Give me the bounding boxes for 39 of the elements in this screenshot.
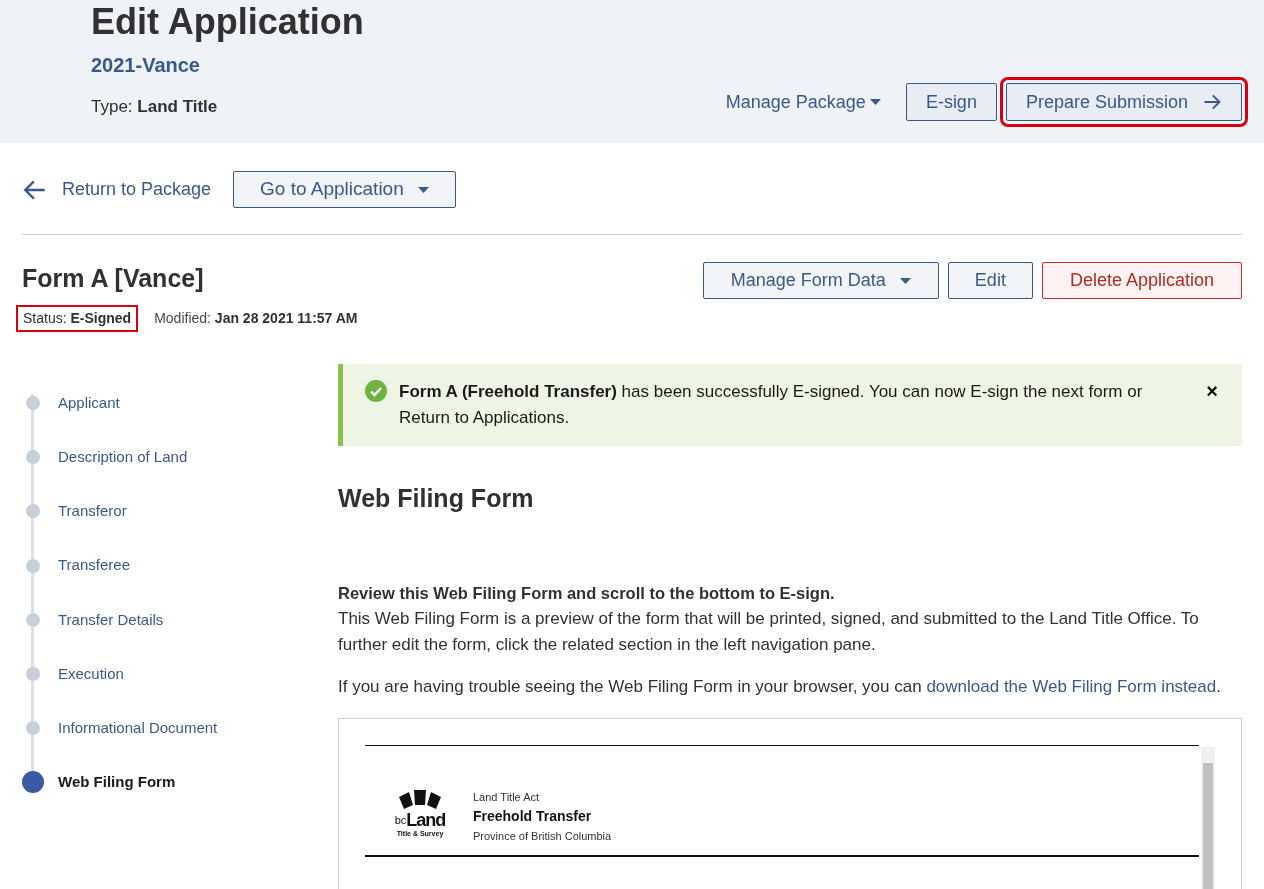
step-link[interactable]: Transferor [58,500,127,523]
logo-text: Land [406,810,446,829]
alert-message: Form A (Freehold Transfer) has been successfully E-signed. You can now E-sign the next form or Return to Applications. [399,381,1144,429]
step-link[interactable]: Transfer Details [58,608,164,632]
edit-button[interactable]: Edit [947,262,1033,299]
form-status: Status: E-Signed [16,305,139,332]
step-link[interactable]: Web Filing Form [58,771,176,794]
download-paragraph: If you are having trouble seeing the Web Filing Form in your browser, you can download the Web Filing Form instead. [338,675,1222,698]
esign-button[interactable]: E-sign [905,83,997,121]
step-link[interactable]: Description of Land [58,446,188,469]
act-name: Land Title Act [473,789,541,805]
modified-date: Modified: Jan 28 2021 11:57 AM [154,309,358,328]
package-name: 2021-Vance [91,53,200,78]
step-link[interactable]: Applicant [58,391,120,415]
delete-application-button[interactable]: Delete Application [1041,262,1242,299]
form-title: Form A [Vance] [22,263,205,294]
manage-form-data-dropdown[interactable]: Manage Form Data [702,262,939,299]
manage-package-menu[interactable]: Manage Package [717,83,889,121]
close-button[interactable]: × [1206,379,1218,403]
logo-text: bc [394,812,407,828]
caret-icon [869,99,881,105]
scrollbar[interactable] [1201,746,1215,889]
application-type: Type: Land Title [91,96,218,118]
return-to-package-link[interactable]: Return to Package [22,176,212,203]
section-heading: Web Filing Form [338,483,535,514]
go-to-application-dropdown[interactable]: Go to Application [233,171,456,208]
arrow-right-icon [1202,92,1222,112]
province-name: Province of British Columbia [473,828,612,844]
check-circle-icon [365,380,387,402]
caret-icon [899,277,911,284]
page-title: Edit Application [91,0,364,44]
step-link[interactable]: Informational Document [58,716,218,740]
form-name: Freehold Transfer [473,806,593,826]
caret-icon [417,186,429,193]
download-link[interactable]: download the Web Filing Form instead [926,676,1217,696]
step-link[interactable]: Execution [58,662,124,686]
step-link[interactable]: Transferee [58,554,130,577]
description-paragraph: This Web Filing Form is a preview of the form that will be printed, signed, and submitted to the Land Title Office. To further edit the form, click the related section in the left navigation pane. [338,607,1200,656]
instruction-text: Review this Web Filing Form and scroll to the bottom to E-sign. [338,582,836,604]
